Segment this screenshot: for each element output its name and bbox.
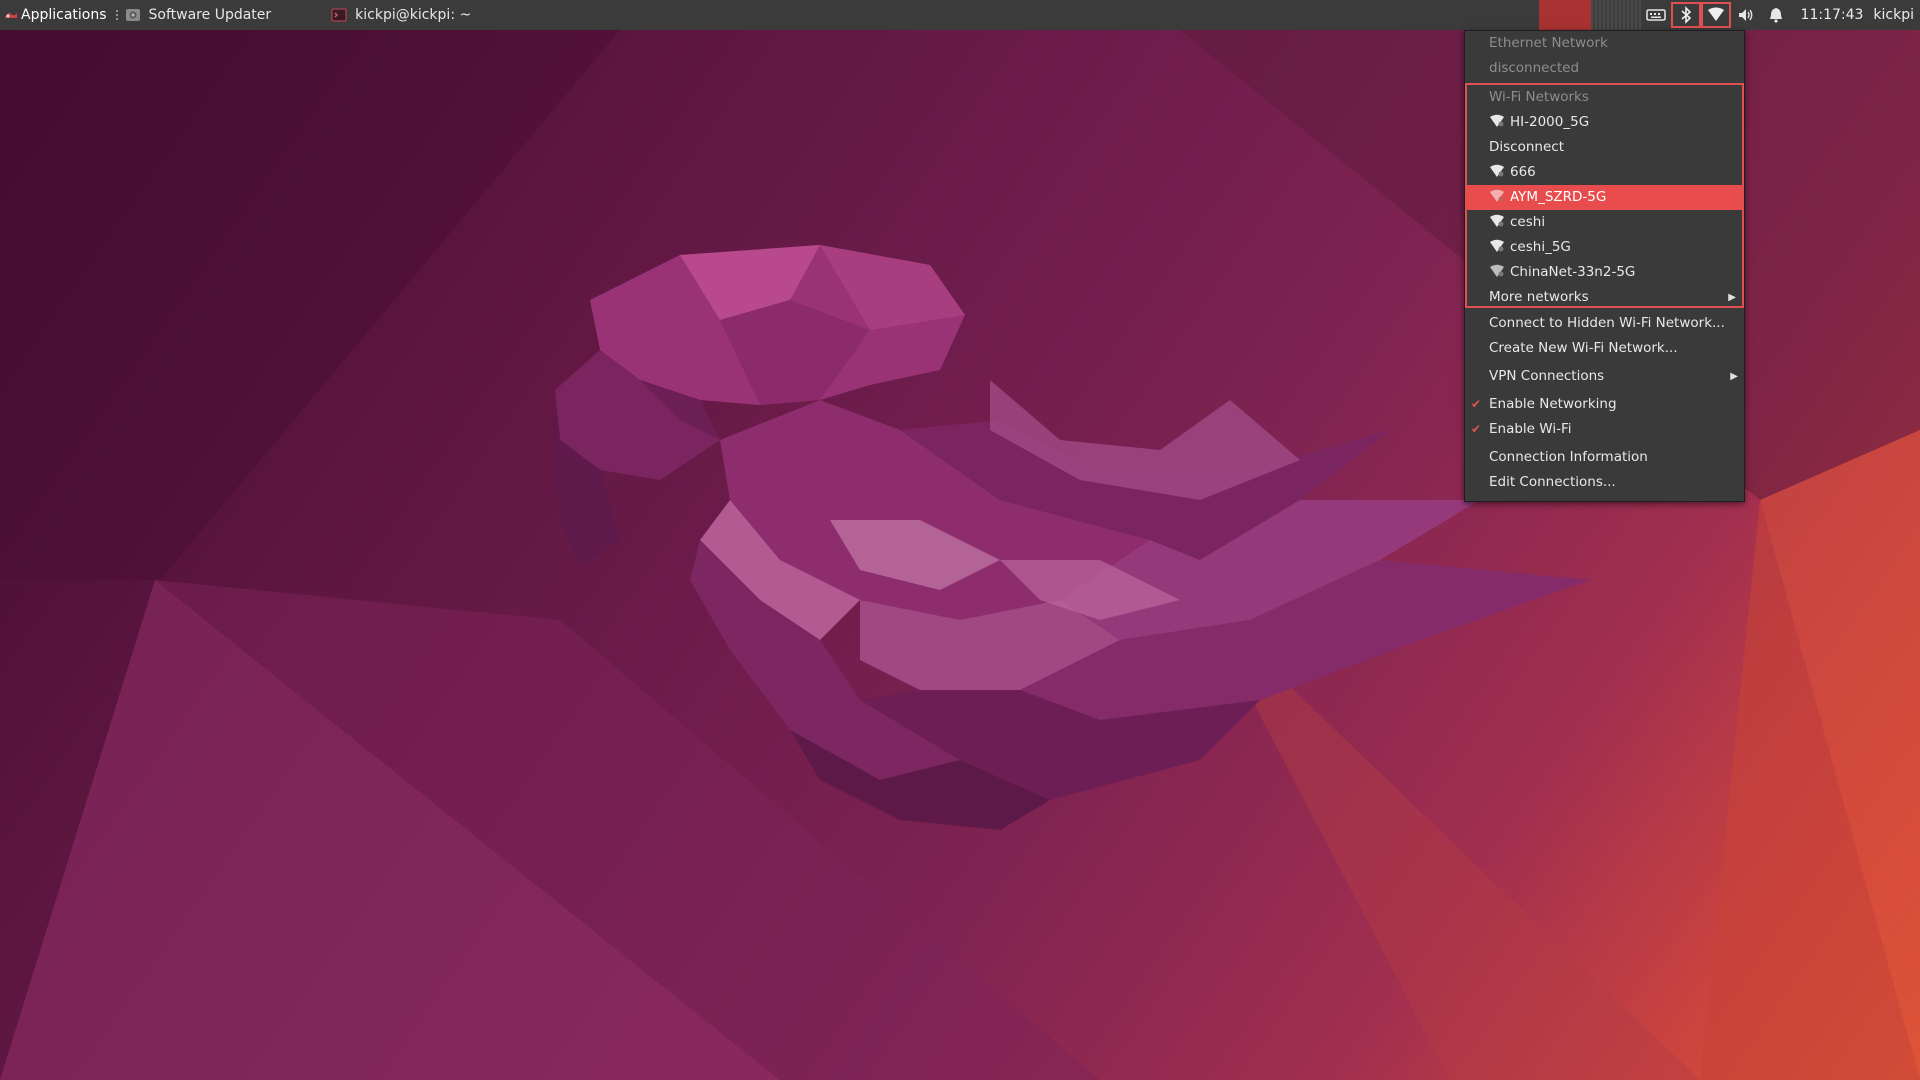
vpn-connections-item[interactable]: VPN Connections ▶ bbox=[1465, 364, 1744, 389]
bell-icon bbox=[1769, 8, 1782, 23]
network-menu: Ethernet Network disconnected Wi-Fi Netw… bbox=[1464, 30, 1745, 502]
task-label: Software Updater bbox=[148, 7, 272, 23]
wifi-network-item[interactable]: HI-2000_5G bbox=[1467, 110, 1742, 135]
panel-handle[interactable] bbox=[114, 9, 119, 21]
software-updater-icon bbox=[125, 9, 140, 21]
applications-icon bbox=[5, 13, 17, 18]
enable-networking-item[interactable]: ✔ Enable Networking bbox=[1465, 392, 1744, 417]
submenu-arrow-icon: ▶ bbox=[1728, 292, 1736, 303]
taskbar-software-updater[interactable]: Software Updater bbox=[125, 0, 282, 30]
wifi-network-item[interactable]: 666 bbox=[1467, 160, 1742, 185]
volume-icon bbox=[1738, 9, 1752, 21]
wifi-network-label: AYM_SZRD-5G bbox=[1510, 189, 1607, 205]
connect-hidden-wifi-item[interactable]: Connect to Hidden Wi-Fi Network... bbox=[1465, 311, 1744, 336]
wifi-network-item[interactable]: ceshi_5G bbox=[1467, 235, 1742, 260]
vpn-connections-label: VPN Connections bbox=[1489, 368, 1605, 384]
ethernet-header: Ethernet Network bbox=[1489, 35, 1608, 51]
taskbar-terminal[interactable]: kickpi@kickpi: ~ bbox=[321, 0, 481, 30]
wifi-network-item-selected[interactable]: AYM_SZRD-5G bbox=[1467, 185, 1742, 210]
enable-networking-label: Enable Networking bbox=[1489, 396, 1617, 412]
volume-tray-button[interactable] bbox=[1731, 0, 1761, 30]
wifi-header: Wi-Fi Networks bbox=[1489, 89, 1589, 105]
wifi-network-item[interactable]: ChinaNet-33n2-5G bbox=[1467, 260, 1742, 285]
keyboard-tray-button[interactable] bbox=[1641, 0, 1671, 30]
create-new-wifi-item[interactable]: Create New Wi-Fi Network... bbox=[1465, 336, 1744, 361]
wifi-disconnect-item[interactable]: Disconnect bbox=[1467, 135, 1742, 160]
applications-menu-button[interactable]: Applications bbox=[0, 0, 107, 30]
more-networks-item[interactable]: More networks ▶ bbox=[1467, 285, 1742, 310]
checkmark-icon: ✔ bbox=[1471, 397, 1482, 411]
enable-wifi-item[interactable]: ✔ Enable Wi-Fi bbox=[1465, 417, 1744, 442]
wifi-signal-icon bbox=[1490, 189, 1504, 202]
terminal-icon bbox=[331, 8, 347, 22]
wifi-network-label: HI-2000_5G bbox=[1510, 114, 1590, 130]
tray-indicator-red[interactable] bbox=[1538, 0, 1591, 30]
wifi-networks-section: Wi-Fi Networks HI-2000_5G Disconnect 666… bbox=[1465, 83, 1744, 308]
top-panel: Applications Software Updater kickpi@kic… bbox=[0, 0, 1920, 30]
wifi-network-label: 666 bbox=[1510, 164, 1536, 180]
wifi-network-label: ceshi_5G bbox=[1510, 239, 1571, 255]
edit-connections-item[interactable]: Edit Connections... bbox=[1465, 470, 1744, 495]
ethernet-status: disconnected bbox=[1489, 60, 1580, 76]
wifi-signal-icon bbox=[1490, 239, 1504, 252]
wifi-network-item[interactable]: ceshi bbox=[1467, 210, 1742, 235]
checkmark-icon: ✔ bbox=[1471, 422, 1482, 436]
network-tray-button[interactable] bbox=[1701, 2, 1731, 28]
connection-information-item[interactable]: Connection Information bbox=[1465, 445, 1744, 470]
keyboard-icon bbox=[1645, 9, 1666, 21]
bluetooth-icon bbox=[1681, 6, 1691, 24]
user-menu[interactable]: kickpi bbox=[1873, 0, 1920, 30]
wifi-network-label: ceshi bbox=[1510, 214, 1546, 230]
wifi-signal-icon bbox=[1490, 214, 1504, 227]
more-networks-label: More networks bbox=[1489, 289, 1589, 305]
applications-label: Applications bbox=[21, 7, 107, 23]
bluetooth-tray-button[interactable] bbox=[1671, 2, 1701, 28]
task-label: kickpi@kickpi: ~ bbox=[355, 7, 472, 23]
clock[interactable]: 11:17:43 bbox=[1791, 0, 1874, 30]
wifi-signal-icon bbox=[1490, 114, 1504, 127]
wifi-network-label: ChinaNet-33n2-5G bbox=[1510, 264, 1636, 280]
submenu-arrow-icon: ▶ bbox=[1730, 371, 1738, 382]
wifi-signal-icon bbox=[1490, 164, 1504, 177]
desktop: Applications Software Updater kickpi@kic… bbox=[0, 0, 1920, 1080]
enable-wifi-label: Enable Wi-Fi bbox=[1489, 421, 1572, 437]
wifi-signal-icon bbox=[1490, 264, 1504, 277]
notifications-tray-button[interactable] bbox=[1761, 0, 1791, 30]
wifi-icon bbox=[1707, 7, 1724, 21]
tray-indicator-grey[interactable] bbox=[1590, 0, 1641, 30]
